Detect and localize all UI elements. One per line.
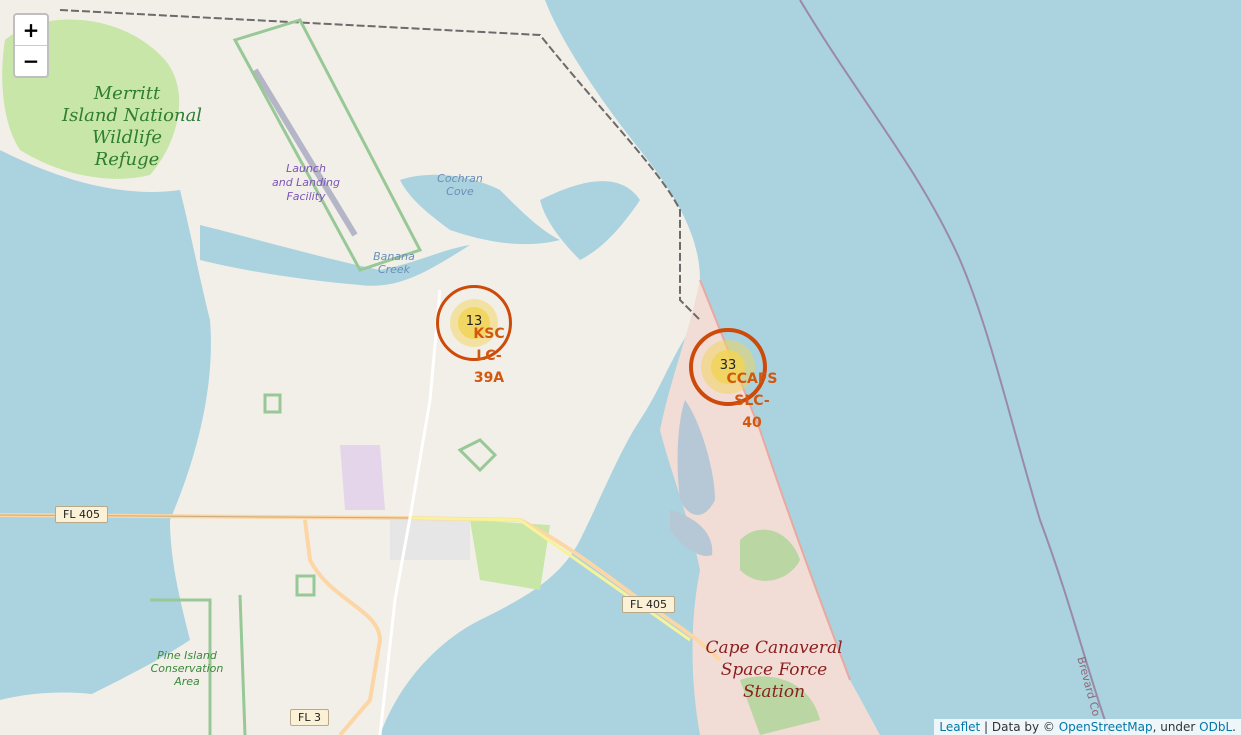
cape-canaveral-label: Cape Canaveral Space Force Station bbox=[705, 638, 843, 702]
road-shield-fl405-west: FL 405 bbox=[55, 506, 108, 523]
map-container[interactable]: Merritt Island National Wildlife Refuge … bbox=[0, 0, 1241, 735]
attribution-end: . bbox=[1232, 720, 1236, 734]
attribution-text: | Data by © bbox=[980, 720, 1059, 734]
attribution-under: , under bbox=[1152, 720, 1200, 734]
osm-link[interactable]: OpenStreetMap bbox=[1059, 720, 1153, 734]
attribution: Leaflet | Data by © OpenStreetMap, under… bbox=[934, 719, 1241, 735]
leaflet-link[interactable]: Leaflet bbox=[939, 720, 980, 734]
odbl-link[interactable]: ODbL bbox=[1199, 720, 1232, 734]
site-label-ccafs: CCAFS SLC- 40 bbox=[726, 371, 778, 431]
zoom-out-button[interactable]: − bbox=[15, 46, 47, 76]
launch-facility-label: Launch and Landing Facility bbox=[271, 162, 341, 203]
site-label-ksc: KSC LC- 39A bbox=[473, 326, 505, 386]
zoom-in-button[interactable]: + bbox=[15, 15, 47, 46]
merritt-island-label: Merritt Island National Wildlife Refuge bbox=[62, 83, 203, 170]
zoom-control: + − bbox=[13, 13, 49, 78]
cochran-cove-label: Cochran Cove bbox=[437, 172, 483, 198]
road-shield-fl405-east: FL 405 bbox=[622, 596, 675, 613]
road-shield-fl3: FL 3 bbox=[290, 709, 329, 726]
pine-island-label: Pine Island Conservation Area bbox=[150, 649, 224, 688]
banana-creek-label: Banana Creek bbox=[373, 250, 415, 276]
